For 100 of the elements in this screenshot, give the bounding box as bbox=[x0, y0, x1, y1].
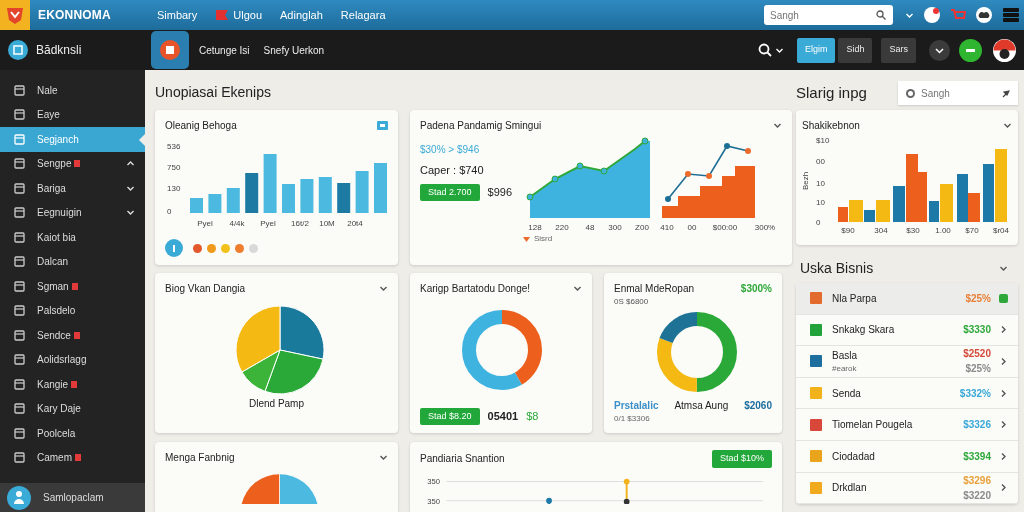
app-logo-icon bbox=[151, 31, 189, 69]
status-badge: Stad $8.20 bbox=[420, 407, 480, 425]
chevron-icon[interactable] bbox=[999, 357, 1008, 366]
card-title: Biog Vkan Dangia bbox=[165, 282, 246, 296]
value-text: 05401 bbox=[487, 409, 519, 424]
change-text: $300% bbox=[740, 282, 772, 296]
nav-link[interactable]: Relagara bbox=[340, 6, 386, 24]
chevron-icon[interactable] bbox=[999, 483, 1008, 493]
list-item[interactable]: Drkdlan $3296 $3220 bbox=[796, 472, 1018, 505]
info-icon[interactable] bbox=[165, 239, 183, 257]
axis-title: Bezh bbox=[802, 171, 810, 191]
notification-icon bbox=[924, 7, 940, 23]
item-amount: $25% bbox=[965, 291, 991, 306]
sidebar-item[interactable]: Aolidsrlagg bbox=[0, 347, 145, 372]
bar bbox=[918, 172, 927, 222]
tab-button[interactable]: Sars bbox=[881, 37, 916, 63]
chevron-icon[interactable] bbox=[1003, 121, 1012, 130]
name-text: Atmsa Aung bbox=[674, 399, 729, 413]
axis-label: 0 bbox=[816, 218, 821, 227]
status-badge: Stad $10% bbox=[711, 450, 772, 468]
search-field[interactable]: Sangh bbox=[764, 5, 893, 25]
list-item[interactable]: Basla #earok $2520 $25% bbox=[796, 346, 1018, 378]
nav-link[interactable]: Adinglah bbox=[280, 6, 323, 24]
item-amount: $2520 bbox=[963, 347, 991, 362]
chevron-icon[interactable] bbox=[999, 388, 1008, 398]
list-item[interactable]: Snkakg Skara $3330 bbox=[796, 314, 1018, 347]
sidebar-item[interactable]: Eegnuigin bbox=[0, 200, 145, 225]
status-dot bbox=[193, 243, 202, 253]
sidebar-item[interactable]: Palsdelo bbox=[0, 298, 145, 323]
search-icon[interactable] bbox=[757, 43, 772, 57]
item-amount: $332% bbox=[959, 386, 991, 401]
sidebar-label: Kary Daje bbox=[37, 402, 81, 417]
axis-label: 00 bbox=[687, 223, 697, 232]
chevron-icon[interactable] bbox=[999, 451, 1008, 461]
sidebar-item[interactable]: Nale bbox=[0, 78, 145, 103]
axis-label: 20t4 bbox=[347, 219, 363, 228]
tab-button[interactable]: Sidh bbox=[838, 37, 873, 63]
chevron-icon[interactable] bbox=[999, 420, 1008, 430]
chevron-icon[interactable] bbox=[379, 284, 388, 293]
sidebar-item[interactable]: Kary Daje bbox=[0, 396, 145, 421]
sidebar-item[interactable]: Sendce bbox=[0, 323, 145, 348]
sidebar-item[interactable]: Camem bbox=[0, 445, 145, 470]
axis-label: 300% bbox=[754, 223, 776, 232]
axis-label: $70 bbox=[965, 226, 979, 235]
axis-label: $r04 bbox=[993, 226, 1009, 235]
bar bbox=[208, 194, 222, 213]
square-icon bbox=[14, 403, 25, 415]
bar bbox=[300, 179, 314, 213]
nav-link[interactable]: Cetunge Isi bbox=[199, 42, 250, 58]
sidebar-label: Palsdelo bbox=[37, 304, 76, 319]
list-item[interactable]: Ciodadad $3394 bbox=[796, 440, 1018, 473]
axis-label: 300 bbox=[608, 223, 622, 232]
chevron-icon[interactable] bbox=[379, 453, 388, 462]
sidebar-title: Bădknsli bbox=[36, 42, 82, 59]
subtitle-text: 0S $6800 bbox=[614, 296, 650, 308]
chevron-icon[interactable] bbox=[573, 284, 582, 293]
sidebar-item[interactable]: Dalcan bbox=[0, 249, 145, 274]
change-text: $30% > $946 bbox=[420, 143, 481, 157]
sidebar-item[interactable]: Eaye bbox=[0, 102, 145, 127]
sidebar-label: Camem bbox=[37, 451, 72, 466]
card-title: Pandiaria Snantion bbox=[420, 452, 505, 467]
bar bbox=[983, 164, 994, 222]
axis-label: Z00 bbox=[635, 223, 649, 232]
item-amount: $3394 bbox=[963, 449, 991, 464]
sidebar-label: Segjanch bbox=[37, 132, 79, 147]
bar bbox=[355, 171, 369, 213]
sidebar-item[interactable]: Kaiot bia bbox=[0, 225, 145, 250]
nav-link[interactable]: Simbary bbox=[156, 6, 198, 24]
chart-label: Dlend Pamp bbox=[248, 397, 305, 411]
sidebar-item[interactable]: Sgman bbox=[0, 274, 145, 299]
sidebar-label: Sgman bbox=[37, 279, 69, 294]
item-amount: $25% bbox=[965, 362, 991, 377]
list-item[interactable]: Nla Parpa $25% bbox=[796, 283, 1018, 315]
chevron-icon[interactable] bbox=[999, 325, 1008, 335]
square-icon bbox=[810, 323, 822, 336]
nav-link[interactable]: Snefy Uerkon bbox=[263, 42, 325, 58]
item-name: Basla bbox=[832, 349, 857, 363]
sidebar-item[interactable]: Poolcela bbox=[0, 421, 145, 446]
axis-label: 10M bbox=[319, 219, 335, 228]
bar bbox=[245, 173, 259, 213]
item-amount: $3220 bbox=[963, 488, 991, 503]
card-title: Shakikebnon bbox=[802, 119, 860, 133]
chevron-icon[interactable] bbox=[126, 208, 135, 218]
list-item[interactable]: Senda $332% bbox=[796, 377, 1018, 410]
sidebar-label: Nale bbox=[37, 83, 58, 98]
chevron-icon[interactable] bbox=[773, 121, 782, 130]
square-icon bbox=[14, 84, 25, 96]
sidebar-item[interactable]: Bariga bbox=[0, 176, 145, 201]
user-icon bbox=[7, 485, 31, 510]
item-name: Nla Parpa bbox=[832, 291, 877, 306]
dropdown-button[interactable] bbox=[929, 39, 950, 61]
check-icon bbox=[999, 293, 1008, 303]
square-icon bbox=[14, 354, 25, 366]
list-item[interactable]: Tiomelan Pougela $3326 bbox=[796, 409, 1018, 441]
sidebar-item[interactable]: Sengpe bbox=[0, 151, 145, 176]
axis-label: 304 bbox=[874, 226, 888, 235]
nav-link[interactable]: Ulgou bbox=[215, 6, 263, 24]
sidebar-item[interactable]: Kangie bbox=[0, 372, 145, 397]
square-icon bbox=[14, 158, 25, 170]
search-field[interactable]: Sangh bbox=[898, 81, 1018, 105]
